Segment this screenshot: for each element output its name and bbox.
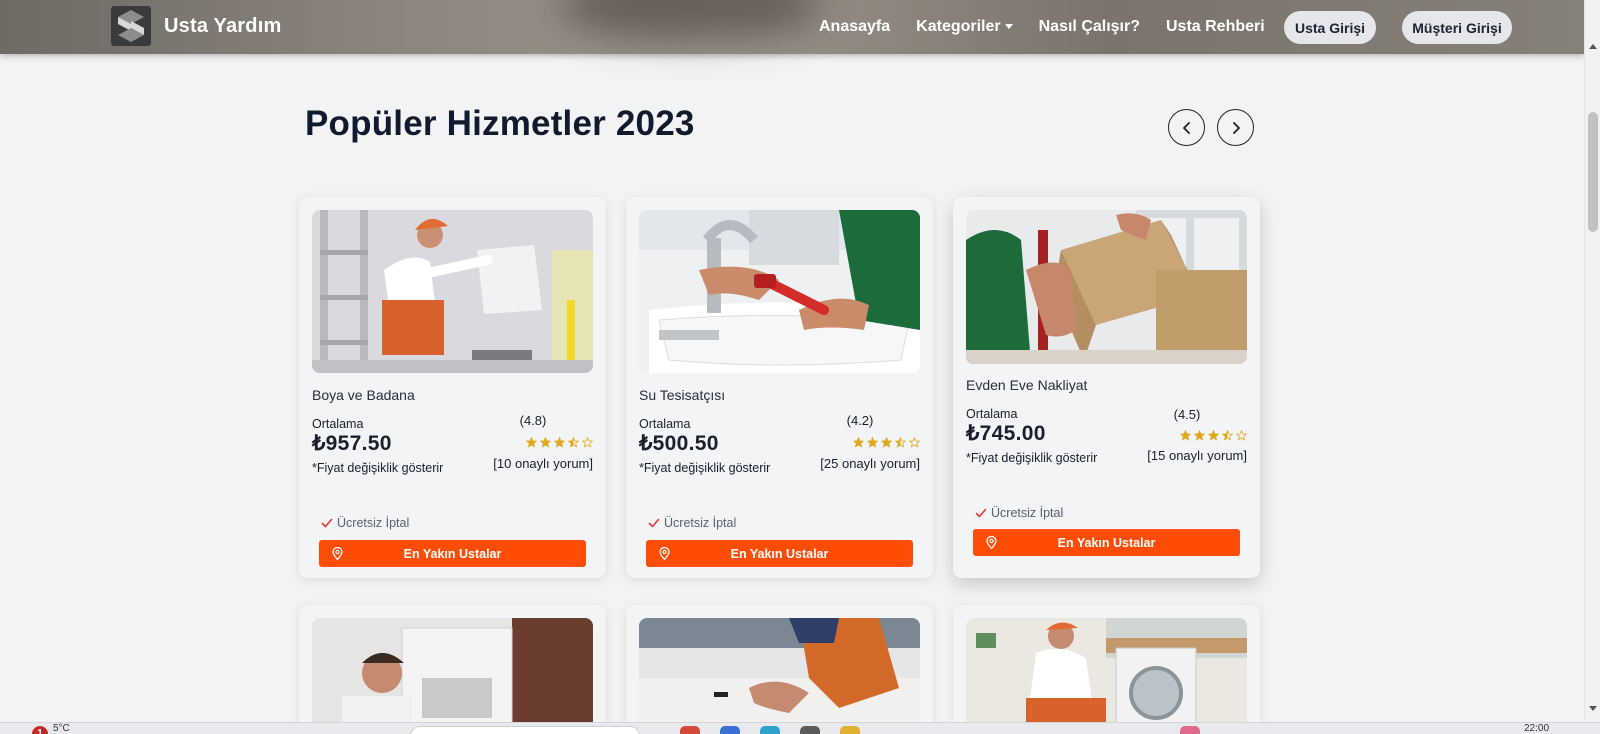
service-image-flooring — [639, 618, 920, 730]
weather-temp[interactable]: 5°C — [53, 723, 70, 734]
rating-value: (4.5) — [1173, 407, 1201, 422]
nav-link-usta-guide[interactable]: Usta Rehberi — [1166, 18, 1265, 36]
weather-badge[interactable]: 1 — [32, 726, 48, 734]
brand[interactable]: Usta Yardım — [110, 5, 281, 47]
star-empty-icon — [909, 437, 920, 448]
taskbar-app-icon[interactable] — [720, 726, 740, 734]
rating-value: (4.8) — [519, 413, 547, 428]
star-full-icon — [1194, 430, 1205, 441]
taskbar-app-icon[interactable] — [760, 726, 780, 734]
star-half-icon — [895, 437, 906, 448]
review-count[interactable]: [25 onaylı yorum] — [820, 456, 920, 471]
taskbar-app-icon[interactable] — [840, 726, 860, 734]
scroll-thumb[interactable] — [1588, 112, 1598, 232]
nearest-ustas-button[interactable]: En Yakın Ustalar — [319, 540, 586, 567]
price-note: *Fiyat değişiklik gösterir — [312, 461, 444, 475]
free-cancel-info: Ücretsiz İptal — [975, 506, 1063, 520]
free-cancel-info: Ücretsiz İptal — [321, 516, 409, 530]
average-label: Ortalama — [312, 417, 364, 431]
rating-stars — [853, 437, 920, 448]
star-half-icon — [1222, 430, 1233, 441]
star-full-icon — [540, 437, 551, 448]
map-pin-icon — [332, 547, 343, 560]
usta-login-button[interactable]: Usta Girişi — [1284, 11, 1376, 44]
service-title: Su Tesisatçısı — [639, 387, 726, 403]
nearest-ustas-label: En Yakın Ustalar — [403, 546, 502, 561]
nearest-ustas-button[interactable]: En Yakın Ustalar — [646, 540, 913, 567]
free-cancel-label: Ücretsiz İptal — [664, 516, 737, 530]
service-card-moving[interactable]: Evden Eve Nakliyat Ortalama ₺745.00 *Fiy… — [953, 197, 1260, 578]
taskbar-app-icon[interactable] — [680, 726, 700, 734]
average-price: ₺745.00 — [966, 422, 1046, 445]
nav-link-categories-label: Kategoriler — [916, 18, 1001, 35]
check-icon — [648, 518, 660, 528]
review-count[interactable]: [10 onaylı yorum] — [493, 456, 593, 471]
average-label: Ortalama — [966, 407, 1018, 421]
chevron-left-icon — [1182, 121, 1190, 134]
taskbar-search[interactable] — [410, 726, 640, 734]
service-card-row2-3[interactable] — [953, 605, 1260, 734]
star-full-icon — [1208, 430, 1219, 441]
star-full-icon — [867, 437, 878, 448]
star-half-icon — [568, 437, 579, 448]
service-card-row2-2[interactable] — [626, 605, 933, 734]
brand-name: Usta Yardım — [164, 14, 282, 37]
nav-link-categories[interactable]: Kategoriler — [916, 18, 1013, 36]
star-full-icon — [853, 437, 864, 448]
taskbar-clock[interactable]: 22:00 — [1524, 723, 1549, 734]
service-card-painting[interactable]: Boya ve Badana Ortalama ₺957.50 *Fiyat d… — [299, 197, 606, 578]
review-count[interactable]: [15 onaylı yorum] — [1147, 448, 1247, 463]
service-title: Evden Eve Nakliyat — [966, 377, 1088, 393]
chevron-right-icon — [1232, 121, 1240, 134]
free-cancel-label: Ücretsiz İptal — [337, 516, 410, 530]
page-scrollbar[interactable] — [1584, 0, 1600, 722]
customer-login-button[interactable]: Müşteri Girişi — [1402, 11, 1512, 44]
carousel-prev-button[interactable] — [1168, 109, 1205, 146]
average-price: ₺957.50 — [312, 432, 392, 455]
service-image-painting — [312, 210, 593, 373]
scroll-down-icon[interactable] — [1589, 706, 1597, 711]
rating-stars — [526, 437, 593, 448]
service-card-row2-1[interactable] — [299, 605, 606, 734]
star-full-icon — [526, 437, 537, 448]
rating-value: (4.2) — [846, 413, 874, 428]
free-cancel-info: Ücretsiz İptal — [648, 516, 736, 530]
os-taskbar: 1 5°C 22:00 — [0, 722, 1600, 734]
nav-link-how-it-works[interactable]: Nasıl Çalışır? — [1039, 18, 1140, 36]
check-icon — [321, 518, 333, 528]
carousel-next-button[interactable] — [1217, 109, 1254, 146]
service-image-moving — [966, 210, 1247, 364]
service-image-appliance — [966, 618, 1247, 730]
star-full-icon — [1180, 430, 1191, 441]
top-navbar: Usta Yardım Anasayfa Kategoriler Nasıl Ç… — [0, 0, 1584, 54]
nav-link-home[interactable]: Anasayfa — [819, 18, 890, 36]
taskbar-app-icon[interactable] — [1180, 726, 1200, 734]
star-empty-icon — [1236, 430, 1247, 441]
chevron-down-icon — [1004, 24, 1013, 30]
average-label: Ortalama — [639, 417, 691, 431]
scroll-up-icon[interactable] — [1589, 44, 1597, 49]
nearest-ustas-label: En Yakın Ustalar — [1057, 535, 1156, 550]
price-note: *Fiyat değişiklik gösterir — [639, 461, 771, 475]
star-full-icon — [554, 437, 565, 448]
price-note: *Fiyat değişiklik gösterir — [966, 451, 1098, 465]
brand-logo-icon — [111, 6, 151, 46]
free-cancel-label: Ücretsiz İptal — [991, 506, 1064, 520]
map-pin-icon — [986, 536, 997, 549]
rating-stars — [1180, 430, 1247, 441]
taskbar-app-icon[interactable] — [800, 726, 820, 734]
nearest-ustas-label: En Yakın Ustalar — [730, 546, 829, 561]
average-price: ₺500.50 — [639, 432, 719, 455]
star-empty-icon — [582, 437, 593, 448]
check-icon — [975, 508, 987, 518]
main-nav: Anasayfa Kategoriler Nasıl Çalışır? Usta… — [819, 0, 1291, 54]
star-full-icon — [881, 437, 892, 448]
service-image-plumber — [639, 210, 920, 373]
service-card-plumber[interactable]: Su Tesisatçısı Ortalama ₺500.50 *Fiyat d… — [626, 197, 933, 578]
service-title: Boya ve Badana — [312, 387, 415, 403]
service-image-boiler — [312, 618, 593, 730]
section-title: Popüler Hizmetler 2023 — [305, 104, 695, 143]
nearest-ustas-button[interactable]: En Yakın Ustalar — [973, 529, 1240, 556]
map-pin-icon — [659, 547, 670, 560]
